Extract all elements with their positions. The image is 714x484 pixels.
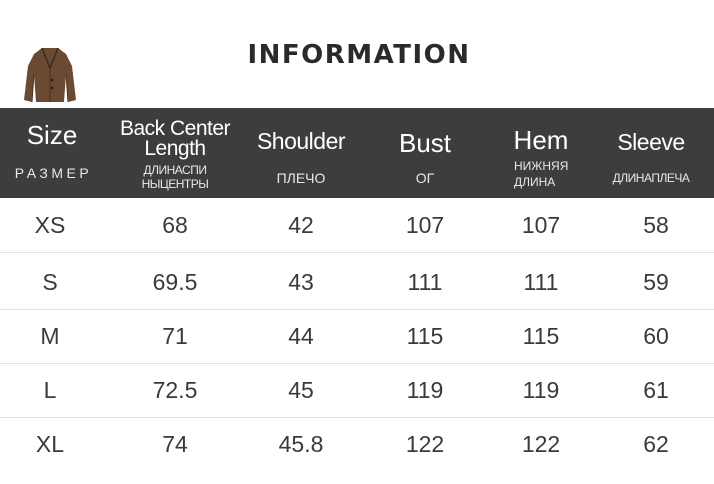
bust-cell: 122 bbox=[405, 431, 445, 457]
size-cell: M bbox=[40, 323, 60, 349]
page-title: INFORMATION bbox=[247, 40, 471, 70]
sleeve-cell: 61 bbox=[643, 377, 669, 403]
size-cell: XS bbox=[34, 212, 66, 238]
column-header-shoulder-ru: ПЛЕЧО bbox=[276, 170, 326, 186]
column-header-hem-ru-1: НИЖНЯЯ bbox=[514, 159, 569, 173]
column-header-size-en: Size bbox=[26, 120, 78, 150]
shoulder-cell: 45.8 bbox=[278, 431, 324, 457]
hem-cell: 115 bbox=[522, 323, 560, 349]
bust-cell: 115 bbox=[406, 323, 444, 349]
column-header-back-center-length: Back Center Length ДЛИНАСПИ НЫЦЕНТРЫ bbox=[104, 108, 246, 198]
shoulder-cell: 45 bbox=[288, 377, 314, 403]
bust-cell: 119 bbox=[406, 377, 444, 403]
length-cell: 68 bbox=[162, 212, 188, 238]
column-header-sleeve-ru: ДЛИНАПЛЕЧА bbox=[612, 171, 690, 185]
sleeve-cell: 58 bbox=[643, 212, 669, 238]
length-cell: 71 bbox=[162, 323, 188, 349]
column-header-bust: Bust ОГ bbox=[356, 108, 494, 198]
table-row: XL 74 45.8 122 122 62 bbox=[0, 417, 714, 471]
hem-cell: 119 bbox=[522, 377, 560, 403]
column-header-size-ru: РАЗМЕР bbox=[14, 165, 93, 181]
hem-cell: 111 bbox=[523, 269, 559, 295]
size-cell: XL bbox=[35, 431, 65, 457]
table-header: Size РАЗМЕР Back Center Length ДЛИНАСПИ … bbox=[0, 108, 714, 198]
column-header-length-ru-1: ДЛИНАСПИ bbox=[143, 163, 207, 177]
column-header-length-en-1: Back Center bbox=[119, 117, 231, 140]
table-row: XS 68 42 107 107 58 bbox=[0, 198, 714, 253]
shoulder-cell: 42 bbox=[288, 212, 314, 238]
length-cell: 74 bbox=[162, 431, 188, 457]
column-header-bust-ru: ОГ bbox=[415, 170, 435, 186]
shoulder-cell: 44 bbox=[288, 323, 314, 349]
length-cell: 69.5 bbox=[152, 269, 198, 295]
column-header-hem-en: Hem bbox=[513, 125, 569, 155]
column-header-length-ru-2: НЫЦЕНТРЫ bbox=[141, 177, 209, 191]
hem-cell: 122 bbox=[521, 431, 561, 457]
table-row: L 72.5 45 119 119 61 bbox=[0, 363, 714, 418]
size-cell: S bbox=[42, 269, 58, 295]
info-banner: INFORMATION bbox=[0, 0, 714, 108]
sleeve-cell: 62 bbox=[643, 431, 669, 457]
sleeve-cell: 59 bbox=[643, 269, 669, 295]
length-cell: 72.5 bbox=[152, 377, 198, 403]
column-header-shoulder-en: Shoulder bbox=[256, 128, 346, 154]
table-row: S 69.5 43 111 111 59 bbox=[0, 255, 714, 310]
column-header-sleeve-en: Sleeve bbox=[617, 129, 685, 155]
column-header-shoulder: Shoulder ПЛЕЧО bbox=[246, 108, 356, 198]
bust-cell: 111 bbox=[407, 269, 443, 295]
column-header-bust-en: Bust bbox=[398, 128, 452, 158]
bust-cell: 107 bbox=[405, 212, 445, 238]
column-header-size: Size РАЗМЕР bbox=[0, 108, 104, 198]
column-header-sleeve: Sleeve ДЛИНАПЛЕЧА bbox=[588, 108, 714, 198]
table-row: M 71 44 115 115 60 bbox=[0, 309, 714, 364]
column-header-length-en-2: Length bbox=[144, 137, 206, 160]
column-header-hem: Hem НИЖНЯЯ ДЛИНА bbox=[494, 108, 588, 198]
size-chart-table: Size РАЗМЕР Back Center Length ДЛИНАСПИ … bbox=[0, 108, 714, 484]
sleeve-cell: 60 bbox=[643, 323, 669, 349]
table-body: XS 68 42 107 107 58 S 69.5 43 111 111 59… bbox=[0, 198, 714, 484]
shoulder-cell: 43 bbox=[288, 269, 314, 295]
hem-cell: 107 bbox=[521, 212, 561, 238]
size-cell: L bbox=[43, 377, 57, 403]
column-header-hem-ru-2: ДЛИНА bbox=[514, 175, 556, 189]
